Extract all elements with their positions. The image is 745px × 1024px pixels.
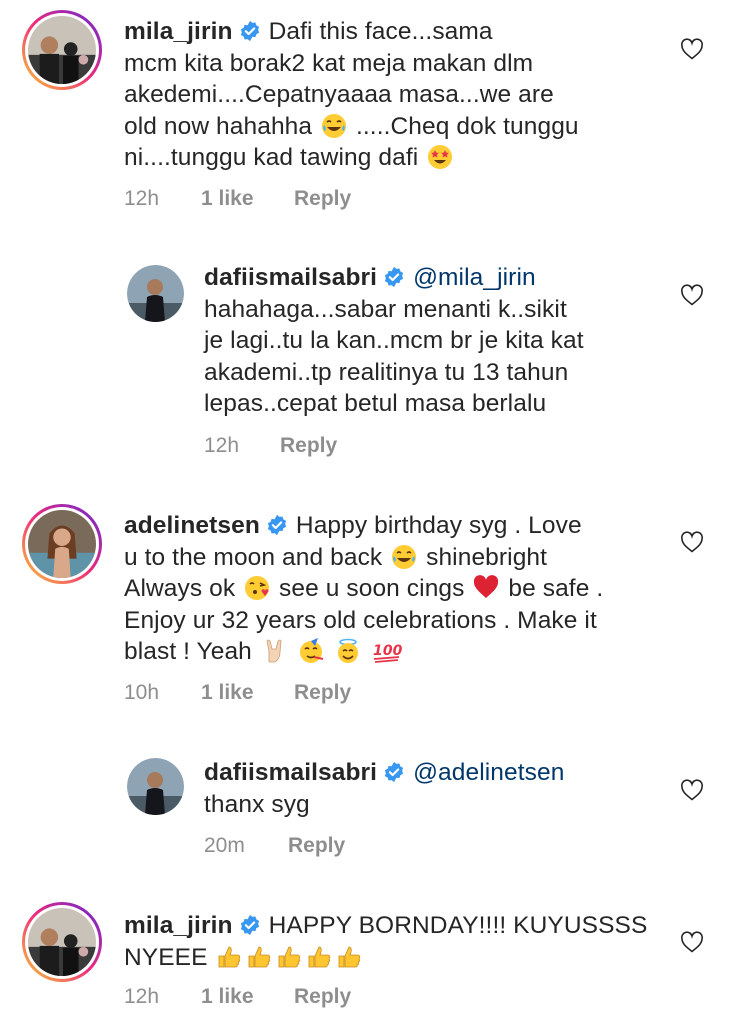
verified-badge-icon <box>240 914 259 936</box>
comment-text-line: blast ! Yeah <box>124 638 252 665</box>
thumbs-up-icon <box>219 946 241 967</box>
comment-text-line: be safe . <box>508 575 604 602</box>
avatar[interactable] <box>127 758 184 815</box>
thumbs-up-row <box>214 944 364 971</box>
comment-likes[interactable]: 1 like <box>201 985 294 1009</box>
comment-text-line: Happy birthday syg . Love <box>295 512 582 539</box>
comment-text-line: hahahaga...sabar menanti k..sikit <box>204 295 567 323</box>
mention-link[interactable]: @adelinetsen <box>413 759 564 786</box>
comment-username[interactable]: dafiismailsabri <box>204 264 377 291</box>
comment-username[interactable]: mila_jirin <box>124 912 233 939</box>
avatar[interactable] <box>127 265 184 322</box>
comment-text-line: NYEEE <box>124 943 208 971</box>
verified-badge-icon <box>267 514 286 536</box>
avatar[interactable] <box>22 504 102 584</box>
face-with-tears-of-joy-icon <box>392 544 417 569</box>
partying-face-icon <box>299 638 323 663</box>
face-blowing-kiss-icon <box>245 576 270 600</box>
face-with-tears-of-joy-icon <box>322 113 347 138</box>
thumbs-up-icon <box>249 946 271 967</box>
mention-link[interactable]: @mila_jirin <box>413 264 536 291</box>
comment-text-line: see u soon cings <box>279 575 465 602</box>
reply-button[interactable]: Reply <box>294 985 351 1009</box>
avatar[interactable] <box>22 902 102 982</box>
comment-timestamp: 20m <box>204 834 245 857</box>
comment-text-line: akademi..tp realitinya tu 13 tahun <box>204 358 569 386</box>
heart-outline-icon[interactable] <box>680 38 704 60</box>
comment-text-line: mcm kita borak2 kat meja makan dlm <box>124 49 534 77</box>
comment-username[interactable]: adelinetsen <box>124 512 260 539</box>
avatar[interactable] <box>22 10 102 90</box>
comment-text-line: thanx syg <box>204 790 310 818</box>
comment-timestamp: 12h <box>204 434 240 457</box>
comment-username[interactable]: mila_jirin <box>124 18 233 45</box>
reply-button[interactable]: Reply <box>294 681 351 705</box>
comment-text-line: shinebright <box>426 543 548 571</box>
comment-text-line: lepas..cepat betul masa berlalu <box>204 390 547 417</box>
comment-text-line: Dafi this face...sama <box>268 18 493 45</box>
sign-of-the-horns-icon <box>266 639 282 663</box>
thumbs-up-icon <box>309 946 331 967</box>
comment-text-line: Always ok <box>124 575 236 602</box>
star-struck-icon <box>428 145 453 169</box>
heart-outline-icon[interactable] <box>680 931 704 953</box>
comment-timestamp: 12h <box>124 985 160 1008</box>
reply-button[interactable]: Reply <box>280 434 337 458</box>
verified-badge-icon <box>385 266 404 288</box>
reply-button[interactable]: Reply <box>294 187 351 211</box>
comment-text-line: je lagi..tu la kan..mcm br je kita kat <box>204 327 584 354</box>
thumbs-up-icon <box>339 946 361 967</box>
verified-badge-icon <box>240 20 259 42</box>
comment-timestamp: 10h <box>124 681 160 704</box>
comment-likes[interactable]: 1 like <box>201 681 294 705</box>
heart-outline-icon[interactable] <box>680 284 704 306</box>
comment-text-line: HAPPY BORNDAY!!!! KUYUSSSS <box>268 912 648 939</box>
comment-text-line: Enjoy ur 32 years old celebrations . Mak… <box>124 606 597 634</box>
comment-likes[interactable]: 1 like <box>201 187 294 211</box>
comment-text-line: .....Cheq dok tunggu <box>355 112 579 140</box>
verified-badge-icon <box>385 761 404 783</box>
hundred-points-icon: 100 <box>373 643 402 663</box>
heart-outline-icon[interactable] <box>680 531 704 553</box>
thumbs-up-icon <box>279 946 301 967</box>
reply-button[interactable]: Reply <box>288 834 345 858</box>
comment-timestamp: 12h <box>124 187 160 210</box>
comment-text-line: akedemi....Cepatnyaaaa masa...we are <box>124 81 554 108</box>
comment-text-line: ni....tunggu kad tawing dafi <box>124 144 419 171</box>
comment-text-line: old now hahahha <box>124 112 313 140</box>
smiling-face-with-halo-icon <box>337 638 358 663</box>
comment-username[interactable]: dafiismailsabri <box>204 759 377 786</box>
heart-outline-icon[interactable] <box>680 779 704 801</box>
comment-text-line: u to the moon and back <box>124 543 383 571</box>
red-heart-icon <box>474 575 499 598</box>
